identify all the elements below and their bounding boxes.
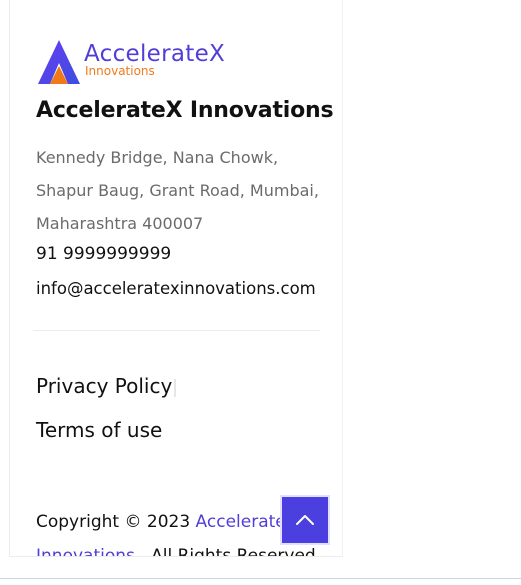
address-line: Kennedy Bridge, Nana Chowk, <box>36 148 279 167</box>
page-bottom-border <box>0 578 521 579</box>
copyright-company-link-2[interactable]: Innovations <box>36 546 135 556</box>
logo-subtitle: Innovations <box>85 64 155 78</box>
phone-number[interactable]: 91 9999999999 <box>36 244 171 264</box>
logo-mark-icon <box>38 40 80 84</box>
footer-card: AccelerateX Innovations AccelerateX Inno… <box>9 0 343 557</box>
copyright-prefix: Copyright © 2023 <box>36 512 196 532</box>
address-line: Shapur Baug, Grant Road, Mumbai, <box>36 181 319 200</box>
company-name: AccelerateX Innovations <box>36 98 334 123</box>
address-block: Kennedy Bridge, Nana Chowk, Shapur Baug,… <box>36 141 331 240</box>
brand-logo[interactable]: AccelerateX Innovations <box>36 38 236 88</box>
copyright-suffix: . All Rights Reserved. <box>134 546 322 557</box>
privacy-policy-link[interactable]: Privacy Policy <box>36 374 172 398</box>
divider <box>33 330 320 331</box>
address-line: Maharashtra 400007 <box>36 214 204 233</box>
scroll-to-top-button[interactable] <box>280 495 330 545</box>
email-link[interactable]: info@acceleratexinnovations.com <box>36 279 316 298</box>
link-separator <box>174 379 176 397</box>
terms-of-use-link[interactable]: Terms of use <box>36 418 162 442</box>
chevron-up-icon <box>296 515 314 525</box>
